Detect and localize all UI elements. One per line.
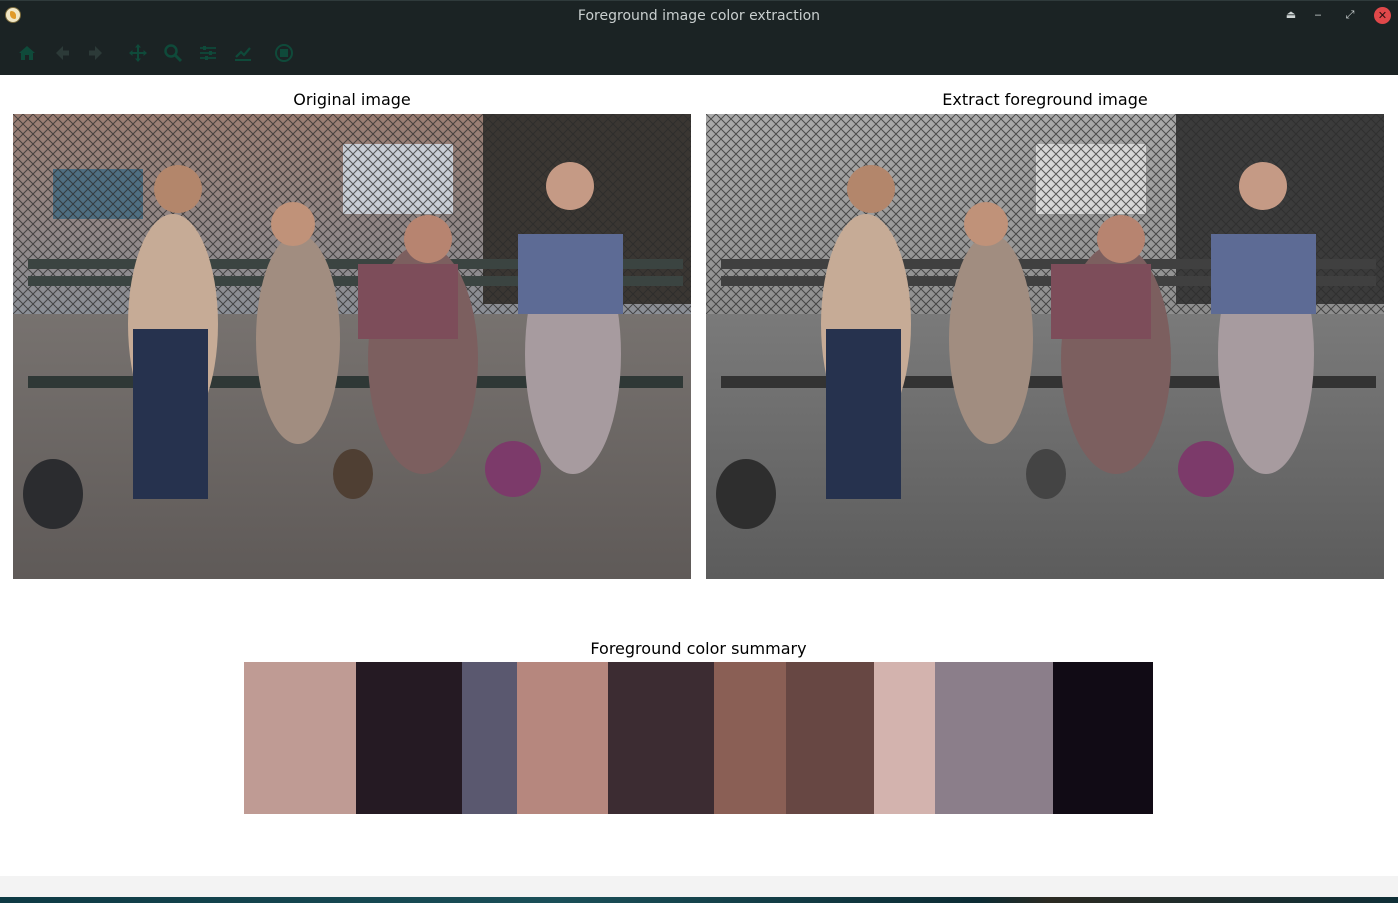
minimize-icon[interactable]: ‒ (1311, 8, 1325, 22)
color-swatch (786, 662, 874, 814)
close-icon[interactable]: ✕ (1374, 7, 1391, 24)
color-swatch (244, 662, 356, 814)
pan-button[interactable] (127, 42, 149, 64)
move-icon (129, 44, 147, 62)
color-swatch (462, 662, 517, 814)
extracted-foreground-image (706, 114, 1384, 579)
eject-icon[interactable]: ⏏ (1284, 8, 1298, 22)
save-icon (275, 44, 293, 62)
window-titlebar: Foreground image color extraction ⏏ ‒ ⤢ … (0, 0, 1398, 30)
chart-line-icon (235, 47, 251, 61)
color-swatch (356, 662, 462, 814)
edit-axes-button[interactable] (232, 42, 254, 64)
color-swatch (874, 662, 935, 814)
forward-button[interactable] (85, 42, 107, 64)
magnifier-icon (164, 44, 183, 63)
color-swatch (714, 662, 786, 814)
save-button[interactable] (273, 42, 295, 64)
home-button[interactable] (16, 42, 38, 64)
home-icon (19, 46, 35, 60)
restore-icon[interactable]: ⤢ (1343, 8, 1357, 22)
zoom-button[interactable] (162, 42, 184, 64)
original-image-title: Original image (293, 90, 411, 109)
sliders-icon (200, 46, 216, 60)
color-swatch (517, 662, 608, 814)
status-bar (0, 876, 1398, 897)
color-swatch (1053, 662, 1153, 814)
arrow-left-icon (56, 46, 69, 60)
navigation-toolbar (0, 30, 1398, 75)
original-image (13, 114, 691, 579)
subplots-button[interactable] (197, 42, 219, 64)
figure-canvas: Original image Extract foreground image … (0, 75, 1398, 876)
color-summary-title: Foreground color summary (590, 639, 807, 658)
extracted-image-title: Extract foreground image (942, 90, 1148, 109)
color-summary-bar (244, 662, 1153, 814)
desktop-background (0, 897, 1398, 903)
color-swatch (935, 662, 1053, 814)
back-button[interactable] (51, 42, 73, 64)
arrow-right-icon (89, 46, 102, 60)
window-title: Foreground image color extraction (577, 8, 821, 24)
color-swatch (608, 662, 714, 814)
